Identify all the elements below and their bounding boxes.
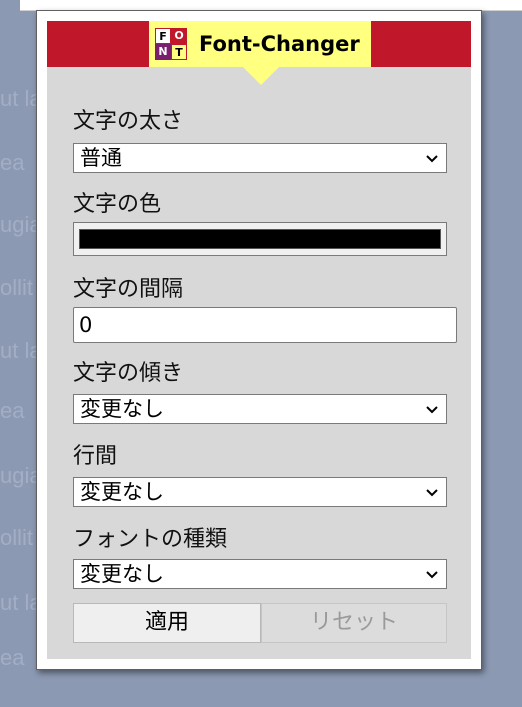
chevron-down-icon (426, 489, 438, 497)
reset-button[interactable]: リセット (261, 603, 447, 643)
background-text: ollit (0, 275, 34, 300)
weight-select[interactable]: 普通 (73, 143, 447, 173)
font-family-label: フォントの種類 (73, 527, 228, 552)
spacing-label: 文字の間隔 (73, 277, 184, 302)
slant-select-value: 変更なし (80, 397, 164, 421)
spacing-input[interactable]: 0 (73, 307, 457, 343)
color-swatch (79, 229, 441, 249)
header-badge: F O N T Font-Changer (149, 21, 371, 67)
font-logo-icon: F O N T (155, 28, 187, 60)
extension-popup: F O N T Font-Changer 文字の太さ 普通 文字の色 文字の間隔… (36, 10, 482, 670)
background-text: ea (0, 150, 25, 175)
apply-button[interactable]: 適用 (73, 603, 261, 643)
color-label: 文字の色 (73, 192, 162, 217)
line-height-label: 行間 (73, 444, 118, 469)
font-family-select-value: 変更なし (80, 562, 164, 586)
weight-select-value: 普通 (80, 146, 122, 170)
chevron-down-icon (426, 571, 438, 579)
chevron-down-icon (426, 155, 438, 163)
slant-select[interactable]: 変更なし (73, 394, 447, 424)
badge-notch (243, 67, 279, 85)
app-title: Font-Changer (199, 32, 360, 56)
background-text: ollit (0, 525, 34, 550)
color-picker[interactable] (73, 222, 447, 256)
settings-panel: F O N T Font-Changer 文字の太さ 普通 文字の色 文字の間隔… (47, 21, 471, 659)
background-text: ea (0, 398, 25, 423)
background-text: ea (0, 645, 25, 670)
weight-label: 文字の太さ (73, 109, 184, 134)
chevron-down-icon (426, 406, 438, 414)
font-family-select[interactable]: 変更なし (73, 559, 447, 589)
line-height-select[interactable]: 変更なし (73, 477, 447, 507)
line-height-select-value: 変更なし (80, 480, 164, 504)
slant-label: 文字の傾き (73, 361, 184, 386)
